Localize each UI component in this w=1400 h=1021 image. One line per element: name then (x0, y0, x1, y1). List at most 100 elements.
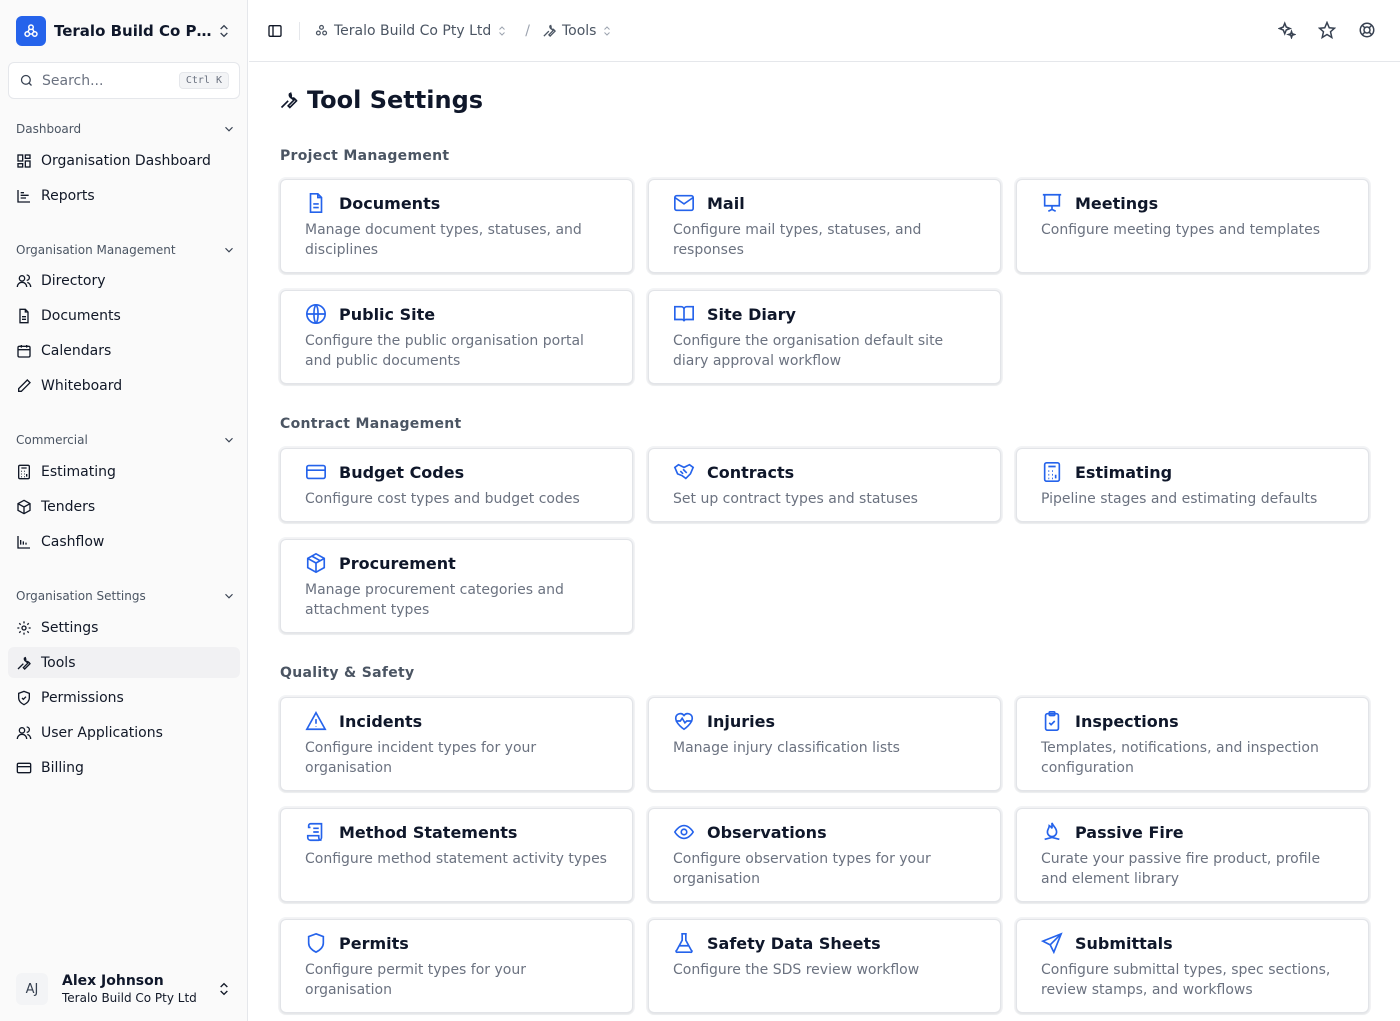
sidebar-item-calendars[interactable]: Calendars (8, 335, 240, 366)
card-title: Budget Codes (339, 462, 465, 482)
help-buoy-icon[interactable] (1358, 21, 1376, 39)
sidebar-item-label: Directory (41, 272, 106, 289)
mail-icon (674, 194, 694, 212)
gear-icon (17, 620, 31, 635)
page-title: Tool Settings (279, 86, 483, 114)
chevrons-up-down-icon (220, 982, 228, 996)
tool-card-passive-fire[interactable]: Passive Fire Curate your passive fire pr… (1016, 808, 1369, 902)
sidebar-item-settings[interactable]: Settings (8, 612, 240, 643)
sidebar-item-permissions[interactable]: Permissions (8, 682, 240, 713)
sidebar-item-estimating[interactable]: Estimating (8, 456, 240, 487)
tool-card-documents[interactable]: Documents Manage document types, statuse… (280, 179, 633, 273)
sparkles-icon[interactable] (1278, 21, 1296, 39)
sidebar-item-billing[interactable]: Billing (8, 752, 240, 783)
card-title: Estimating (1075, 462, 1173, 482)
tool-card-incidents[interactable]: Incidents Configure incident types for y… (280, 697, 633, 791)
card-title: Site Diary (707, 304, 796, 324)
search-icon (20, 74, 32, 86)
card-description: Set up contract types and statuses (673, 491, 918, 507)
chevron-down-icon (225, 593, 233, 599)
org-name: Teralo Build Co Pt... (54, 22, 216, 40)
calculator-icon (1043, 462, 1061, 482)
sidebar-item-whiteboard[interactable]: Whiteboard (8, 370, 240, 401)
send-icon (1041, 932, 1063, 954)
tool-card-inspections[interactable]: Inspections Templates, notifications, an… (1016, 697, 1369, 791)
presentation-icon (1042, 193, 1062, 212)
tool-card-contracts[interactable]: Contracts Set up contract types and stat… (648, 448, 1001, 522)
card-title: Safety Data Sheets (707, 933, 881, 953)
card-description: Configure meeting types and templates (1041, 222, 1321, 238)
card-title: Injuries (707, 711, 775, 731)
breadcrumb-tools[interactable]: Tools (542, 23, 619, 39)
sidebar-item-label: Tools (41, 654, 76, 671)
star-icon[interactable] (1318, 21, 1336, 39)
card-title: Permits (339, 933, 409, 953)
card-title: Mail (707, 193, 745, 213)
pencil-icon (18, 378, 31, 392)
group-commercial[interactable]: Commercial (16, 433, 236, 447)
users-icon (16, 273, 32, 287)
tool-card-site-diary[interactable]: Site Diary Configure the organisation de… (648, 290, 1001, 384)
search-placeholder: Search... (42, 72, 104, 89)
tool-card-method-statements[interactable]: Method Statements Configure method state… (280, 808, 633, 902)
heart-pulse-icon (674, 712, 694, 731)
org-switcher[interactable]: Teralo Build Co Pt... (8, 10, 240, 52)
group-organisation-management[interactable]: Organisation Management (16, 243, 236, 257)
sidebar-item-cashflow[interactable]: Cashflow (8, 526, 240, 557)
card-title: Observations (707, 822, 827, 842)
tool-card-permits[interactable]: Permits Configure permit types for your … (280, 919, 633, 1013)
card-description: Configure the organisation default site … (673, 333, 944, 369)
card-description: Configure observation types for your org… (673, 851, 931, 887)
wrench-icon (543, 24, 556, 38)
layout-grid-icon (17, 153, 31, 168)
tool-card-safety-data-sheets[interactable]: Safety Data Sheets Configure the SDS rev… (648, 919, 1001, 1013)
sidebar-item-documents[interactable]: Documents (8, 300, 240, 331)
tool-card-estimating[interactable]: Estimating Pipeline stages and estimatin… (1016, 448, 1369, 522)
search-box[interactable]: Search... Ctrl K (8, 62, 240, 99)
sidebar-item-label: Billing (41, 759, 84, 776)
chevron-down-icon (225, 247, 233, 253)
group-organisation-settings[interactable]: Organisation Settings (16, 589, 236, 603)
tool-card-budget-codes[interactable]: Budget Codes Configure cost types and bu… (280, 448, 633, 522)
card-title: Passive Fire (1075, 822, 1184, 842)
tool-card-procurement[interactable]: Procurement Manage procurement categorie… (280, 539, 633, 633)
card-description: Configure permit types for your organisa… (305, 962, 526, 998)
tool-card-mail[interactable]: Mail Configure mail types, statuses, and… (648, 179, 1001, 273)
clipboard-check-icon (1044, 711, 1060, 731)
breadcrumb-org[interactable]: Teralo Build Co Pty Ltd (314, 23, 513, 39)
panel-left-icon (268, 24, 282, 37)
group-dashboard[interactable]: Dashboard (16, 122, 236, 136)
sidebar-item-label: Documents (41, 307, 121, 324)
user-org: Teralo Build Co Pty Ltd (62, 991, 197, 1005)
group-label: Organisation Settings (16, 589, 146, 603)
sidebar-item-directory[interactable]: Directory (8, 265, 240, 296)
sidebar-item-tools[interactable]: Tools (8, 647, 240, 678)
calendar-icon (17, 344, 31, 358)
tool-card-submittals[interactable]: Submittals Configure submittal types, sp… (1016, 919, 1369, 1013)
card-description: Manage injury classification lists (673, 740, 900, 756)
card-description: Configure submittal types, spec sections… (1041, 962, 1331, 998)
sidebar-item-user-applications[interactable]: User Applications (8, 717, 240, 748)
tool-card-public-site[interactable]: Public Site Configure the public organis… (280, 290, 633, 384)
shield-icon (307, 932, 325, 954)
toggle-sidebar-button[interactable] (265, 21, 285, 41)
globe-icon (306, 304, 326, 324)
card-description: Templates, notifications, and inspection… (1041, 740, 1319, 776)
sidebar-item-reports[interactable]: Reports (8, 180, 240, 211)
tool-card-observations[interactable]: Observations Configure observation types… (648, 808, 1001, 902)
sidebar: Teralo Build Co Pt... Search... Ctrl K D… (0, 0, 248, 1021)
chevrons-up-down-icon (499, 25, 506, 36)
breadcrumb-separator: / (525, 22, 530, 39)
tool-card-meetings[interactable]: Meetings Configure meeting types and tem… (1016, 179, 1369, 273)
wrench-icon (17, 656, 31, 670)
card-title: Public Site (339, 304, 436, 324)
tool-card-injuries[interactable]: Injuries Manage injury classification li… (648, 697, 1001, 791)
card-description: Manage procurement categories and attach… (305, 582, 564, 618)
sidebar-item-organisation-dashboard[interactable]: Organisation Dashboard (8, 145, 240, 176)
sidebar-item-label: Settings (41, 619, 99, 636)
section-title-project-management: Project Management (280, 148, 450, 164)
sidebar-item-tenders[interactable]: Tenders (8, 491, 240, 522)
user-menu[interactable]: AJ Alex Johnson Teralo Build Co Pty Ltd (8, 964, 240, 1014)
sidebar-item-label: Organisation Dashboard (41, 152, 211, 169)
sidebar-item-label: Calendars (41, 342, 112, 359)
